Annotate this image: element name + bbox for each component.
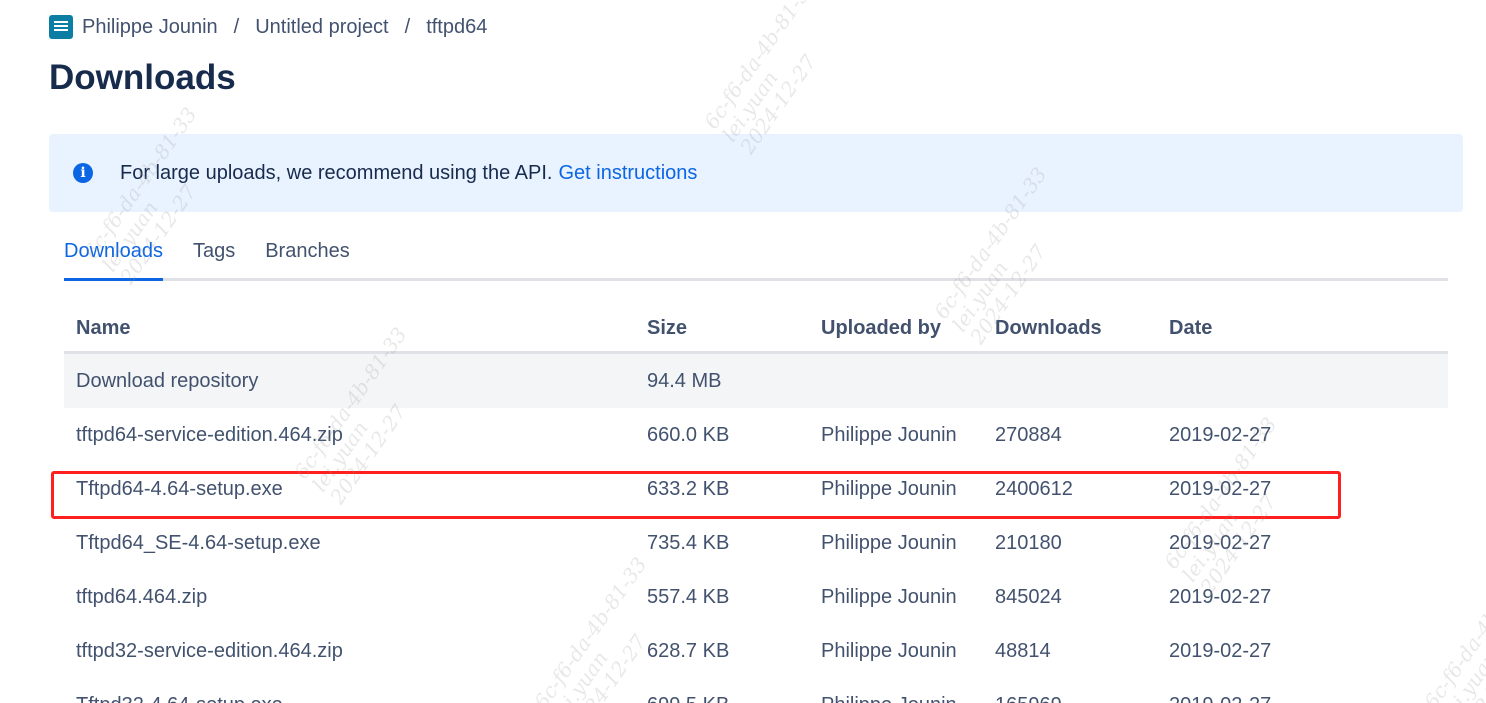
file-name-link[interactable]: tftpd64.464.zip [64,570,635,624]
table-row: tftpd64.464.zip 557.4 KB Philippe Jounin… [64,570,1448,624]
uploaded-by: Philippe Jounin [821,585,957,608]
breadcrumb-separator: / [404,15,411,38]
tab-bar: Downloads Tags Branches [64,240,1448,281]
downloads-page: Philippe Jounin / Untitled project / tft… [0,0,1486,703]
column-header-date[interactable]: Date [1157,306,1448,354]
table-row: tftpd64-service-edition.464.zip 660.0 KB… [64,408,1448,462]
upload-date: 2019-02-27 [1169,639,1272,662]
table-row: Tftpd64-4.64-setup.exe 633.2 KB Philippe… [64,462,1448,516]
get-instructions-link[interactable]: Get instructions [558,162,697,185]
file-name-link[interactable]: Tftpd32-4.64-setup.exe [64,678,635,703]
table-row: Tftpd64_SE-4.64-setup.exe 735.4 KB Phili… [64,516,1448,570]
file-size: 660.0 KB [647,423,730,446]
column-header-uploaded-by[interactable]: Uploaded by [809,306,983,354]
breadcrumb-repository[interactable]: tftpd64 [426,16,487,39]
upload-date [1157,352,1448,408]
uploaded-by: Philippe Jounin [821,477,957,500]
file-size: 735.4 KB [647,531,730,554]
upload-date: 2019-02-27 [1169,585,1272,608]
repository-icon [49,15,73,39]
file-size: 633.2 KB [647,477,730,500]
download-count: 48814 [995,639,1051,662]
downloads-table: Name Size Uploaded by Downloads Date Dow… [64,306,1448,703]
info-icon: i [73,163,93,183]
download-count: 2400612 [995,477,1073,500]
file-size: 557.4 KB [647,585,730,608]
table-row: Download repository 94.4 MB [64,352,1448,408]
download-count: 270884 [995,423,1062,446]
file-size: 699.5 KB [635,678,809,703]
uploaded-by: Philippe Jounin [821,531,957,554]
column-header-name[interactable]: Name [64,306,635,354]
tab-tags[interactable]: Tags [193,240,235,278]
column-header-size[interactable]: Size [635,306,809,354]
banner-text: For large uploads, we recommend using th… [120,161,553,184]
file-name-link[interactable]: Tftpd64_SE-4.64-setup.exe [64,516,635,570]
page-title: Downloads [49,58,236,97]
file-name-link[interactable]: tftpd64-service-edition.464.zip [64,408,635,462]
file-name-link[interactable]: tftpd32-service-edition.464.zip [64,624,635,678]
file-name-link[interactable]: Tftpd64-4.64-setup.exe [64,462,635,516]
info-banner: i For large uploads, we recommend using … [49,134,1463,212]
upload-date: 2019-02-27 [1157,678,1448,703]
download-count: 165969 [983,678,1157,703]
table-header-row: Name Size Uploaded by Downloads Date [64,306,1448,354]
uploaded-by: Philippe Jounin [821,639,957,662]
tab-branches[interactable]: Branches [265,240,350,278]
table-row: Tftpd32-4.64-setup.exe 699.5 KB Philippe… [64,678,1448,703]
file-name-link[interactable]: Download repository [64,352,635,408]
uploaded-by: Philippe Jounin [809,678,983,703]
breadcrumb-separator: / [233,15,240,38]
breadcrumb: Philippe Jounin / Untitled project / tft… [49,12,487,42]
download-count: 210180 [995,531,1062,554]
file-size: 94.4 MB [635,352,809,408]
download-count [983,352,1157,408]
breadcrumb-project[interactable]: Untitled project [255,16,388,39]
uploaded-by [809,352,983,408]
upload-date: 2019-02-27 [1169,531,1272,554]
upload-date: 2019-02-27 [1169,423,1272,446]
table-row: tftpd32-service-edition.464.zip 628.7 KB… [64,624,1448,678]
upload-date: 2019-02-27 [1169,477,1272,500]
file-size: 628.7 KB [647,639,730,662]
uploaded-by: Philippe Jounin [821,423,957,446]
breadcrumb-workspace[interactable]: Philippe Jounin [82,16,218,39]
column-header-downloads[interactable]: Downloads [983,306,1157,354]
download-count: 845024 [995,585,1062,608]
tab-downloads[interactable]: Downloads [64,240,163,281]
